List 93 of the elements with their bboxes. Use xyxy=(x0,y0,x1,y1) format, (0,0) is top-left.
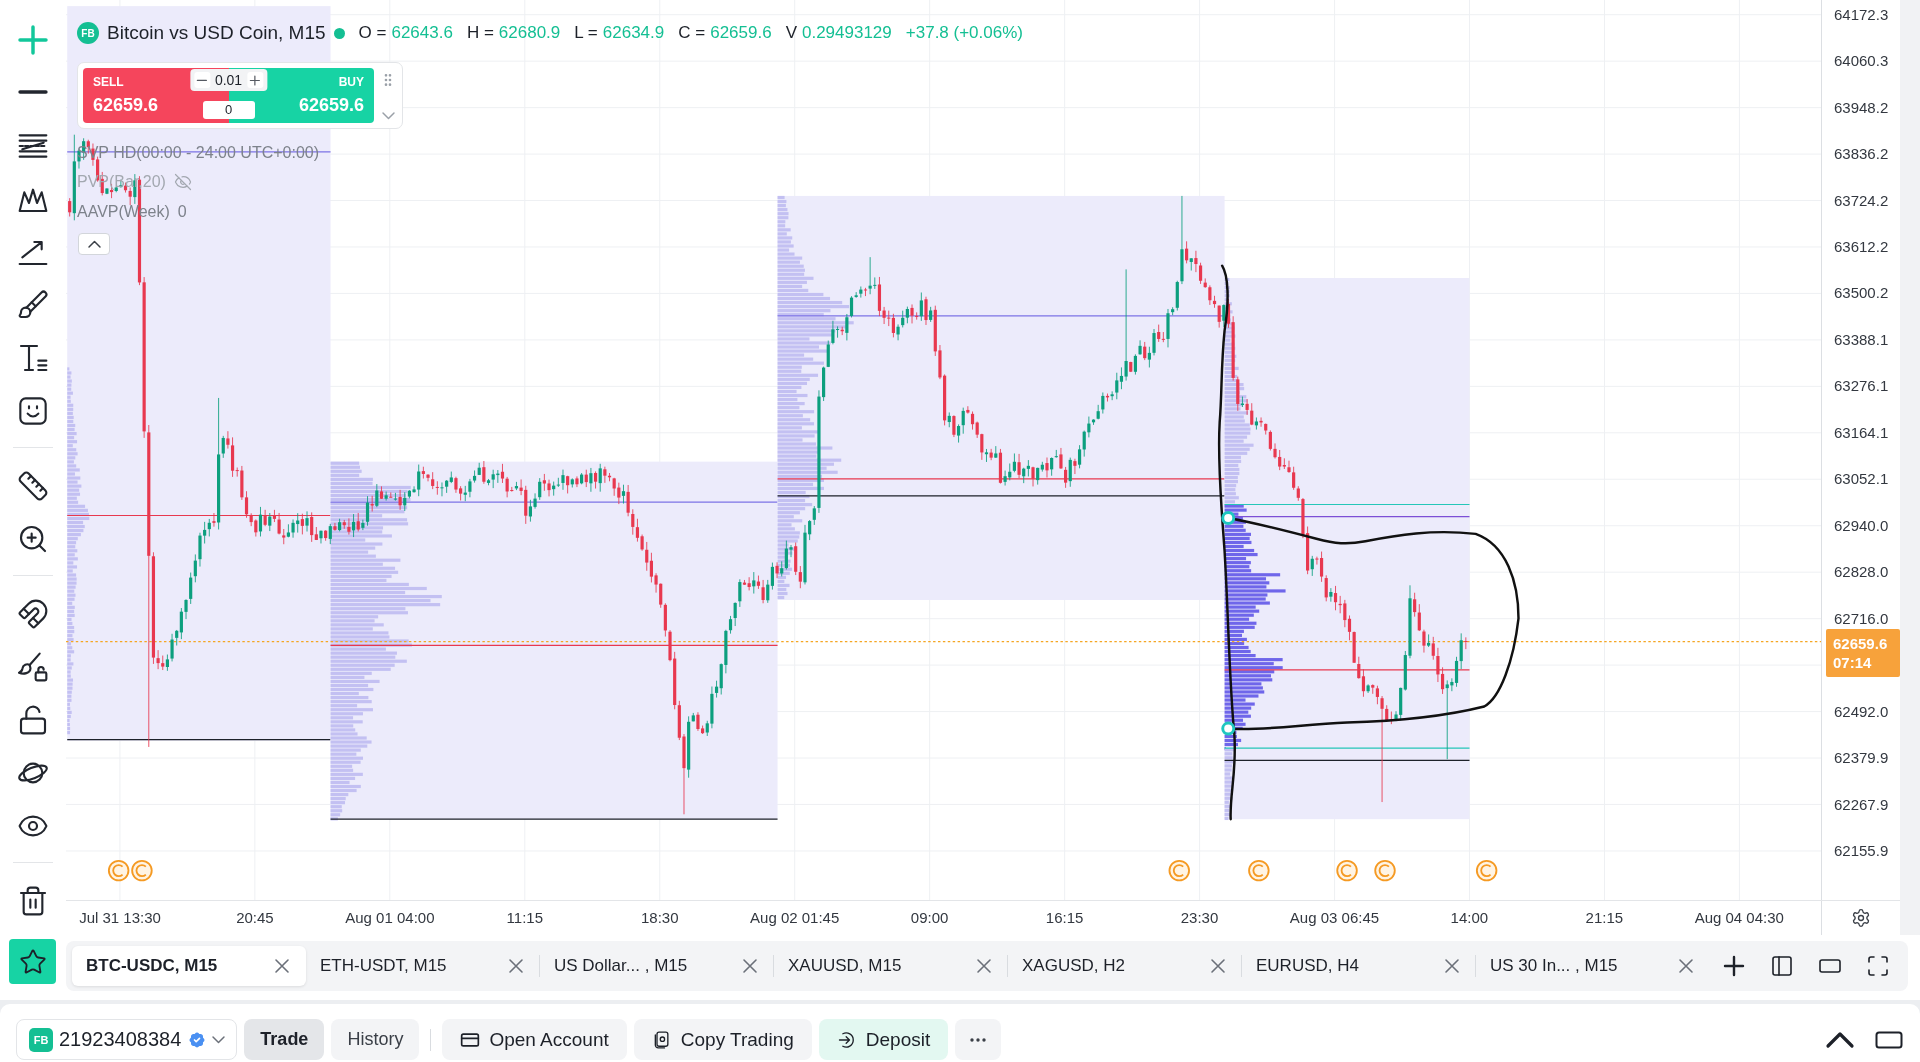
price-label: 62267.9 xyxy=(1834,795,1889,814)
event-marker-icon[interactable] xyxy=(1336,859,1358,882)
price-label: 62828.0 xyxy=(1834,563,1889,582)
time-label: Aug 01 04:00 xyxy=(345,909,435,927)
time-label: 18:30 xyxy=(641,909,679,927)
ohlc-label: H = xyxy=(466,23,494,43)
chart-tab[interactable]: XAGUSD, H2 xyxy=(1008,946,1242,986)
time-label: Aug 03 06:45 xyxy=(1289,909,1380,927)
chart-tab[interactable]: US 30 In... , M15 xyxy=(1476,946,1710,986)
event-marker-icon[interactable] xyxy=(1168,859,1190,882)
action-button[interactable]: Deposit xyxy=(818,1019,949,1060)
brush-icon[interactable] xyxy=(17,288,49,321)
fullscreen-icon[interactable] xyxy=(1866,954,1890,978)
close-icon[interactable] xyxy=(1680,960,1692,972)
trash-icon[interactable] xyxy=(17,884,49,917)
time-label: 21:15 xyxy=(1585,909,1624,927)
close-icon[interactable] xyxy=(510,960,522,972)
time-label: Aug 04 04:30 xyxy=(1694,909,1784,927)
brush-lock-icon[interactable] xyxy=(17,650,49,683)
star-icon xyxy=(18,947,47,976)
event-marker-icon[interactable] xyxy=(1374,859,1396,882)
chart-tab[interactable]: EURUSD, H4 xyxy=(1242,946,1476,986)
close-icon[interactable] xyxy=(1446,960,1458,972)
chart-tab[interactable]: ETH-USDT, M15 xyxy=(306,946,540,986)
favorites-button[interactable] xyxy=(9,939,56,984)
action-button[interactable]: Copy Trading xyxy=(633,1019,812,1060)
price-label: 62492.0 xyxy=(1834,702,1889,721)
price-label: 62379.9 xyxy=(1834,749,1889,768)
event-marker-icon[interactable] xyxy=(107,859,130,882)
layout-icon[interactable] xyxy=(1770,954,1794,978)
ohlc-value: 62634.9 xyxy=(602,23,665,43)
chart-tab[interactable]: XAUUSD, M15 xyxy=(774,946,1008,986)
price-label: 63276.1 xyxy=(1834,377,1889,396)
chart-tab[interactable]: US Dollar... , M15 xyxy=(540,946,774,986)
more-icon xyxy=(970,1037,987,1042)
close-icon[interactable] xyxy=(744,960,756,972)
time-label: 11:15 xyxy=(506,909,544,927)
price-label: 63948.2 xyxy=(1834,98,1889,117)
chevron-down-icon xyxy=(213,1036,225,1043)
arrow-in-icon xyxy=(836,1029,857,1050)
price-label: 64172.3 xyxy=(1834,5,1889,24)
time-label: 20:45 xyxy=(236,909,274,927)
price-label: 62155.9 xyxy=(1834,841,1889,860)
chart-tab[interactable]: BTC-USDC, M15 xyxy=(72,946,306,986)
price-label: 63500.2 xyxy=(1834,284,1889,303)
close-icon[interactable] xyxy=(978,960,990,972)
current-price: 62659.6 xyxy=(1833,634,1889,653)
add-icon[interactable] xyxy=(1725,957,1743,975)
chevron-up-icon[interactable] xyxy=(1828,1033,1852,1046)
ohlc-value: 62659.6 xyxy=(710,23,772,43)
ohlc-value: 62680.9 xyxy=(498,23,561,43)
event-marker-icon[interactable] xyxy=(131,859,153,882)
time-label: 23:30 xyxy=(1180,909,1219,927)
time-label: 14:00 xyxy=(1450,909,1489,927)
ohlc-label: V xyxy=(785,23,797,43)
chevron-down-icon[interactable] xyxy=(382,113,394,119)
account-selector[interactable]: FB 21923408384 xyxy=(16,1019,238,1060)
action-button[interactable]: Open Account xyxy=(442,1019,627,1060)
close-icon[interactable] xyxy=(276,960,288,972)
ohlc-label: O = xyxy=(358,23,387,43)
close-icon[interactable] xyxy=(1212,960,1224,972)
price-label: 62940.0 xyxy=(1834,516,1889,535)
ohlc-label: C = xyxy=(678,23,706,43)
lock-open-icon[interactable] xyxy=(17,703,49,736)
account-badge: FB xyxy=(29,1027,53,1052)
price-label: 63052.1 xyxy=(1834,470,1889,489)
price-label: 63612.2 xyxy=(1834,238,1889,256)
smiley-icon[interactable] xyxy=(17,394,49,427)
time-label: Jul 31 13:30 xyxy=(79,909,161,927)
ohlc-value: 0.29493129 xyxy=(801,23,892,43)
view-tab[interactable]: History xyxy=(331,1019,420,1060)
drawn-outline[interactable] xyxy=(1217,264,1520,821)
handle-dot-icon[interactable] xyxy=(1221,721,1236,736)
ohlc-value: 62643.6 xyxy=(391,23,453,43)
price-label: 63836.2 xyxy=(1834,145,1889,164)
time-label: 16:15 xyxy=(1045,909,1084,927)
bar-countdown: 07:14 xyxy=(1833,653,1873,672)
time-label: 09:00 xyxy=(910,909,949,927)
view-tab[interactable]: Trade xyxy=(244,1019,325,1060)
event-marker-icon[interactable] xyxy=(1248,859,1270,882)
ohlc-label: L = xyxy=(574,23,598,43)
handle-dot-icon[interactable] xyxy=(1221,511,1236,525)
price-label: 62716.0 xyxy=(1834,609,1889,628)
price-label: 63164.1 xyxy=(1834,423,1889,442)
price-change: +37.8 (+0.06%) xyxy=(905,23,1023,43)
price-label: 63724.2 xyxy=(1834,191,1889,210)
price-label: 63388.1 xyxy=(1834,330,1889,349)
time-label: Aug 02 01:45 xyxy=(750,909,840,927)
price-label: 64060.3 xyxy=(1834,52,1889,71)
ruler-icon[interactable] xyxy=(17,469,49,502)
magnet-icon[interactable] xyxy=(17,597,49,630)
settings-icon[interactable] xyxy=(1851,908,1871,928)
event-marker-icon[interactable] xyxy=(1475,859,1498,882)
